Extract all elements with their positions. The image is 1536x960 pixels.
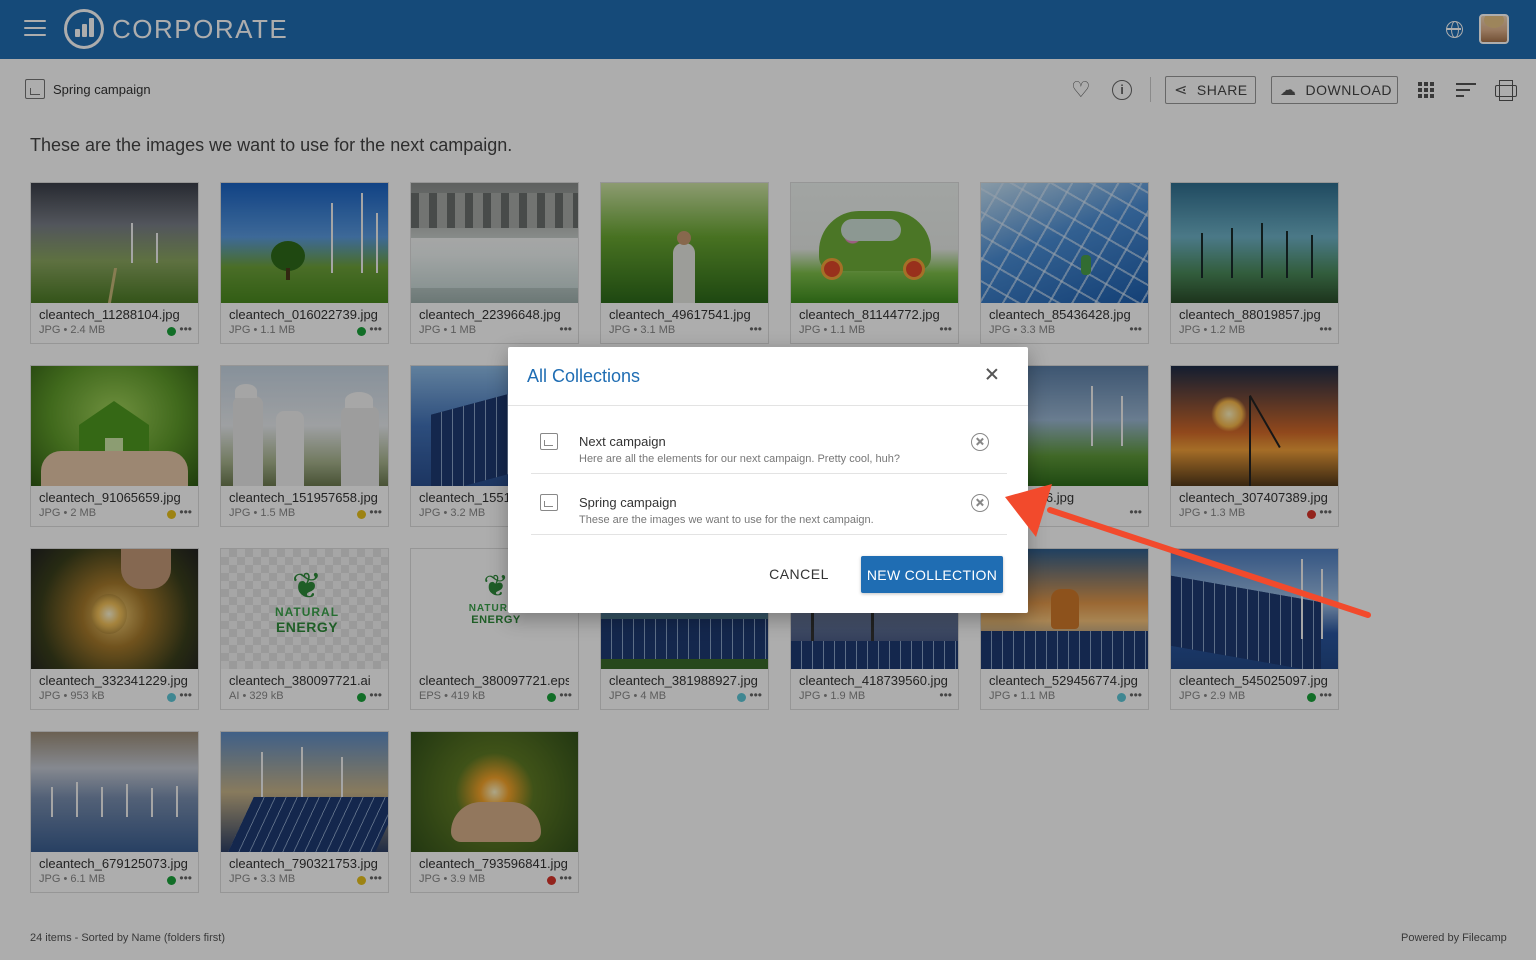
collection-icon bbox=[540, 494, 558, 511]
remove-circle-icon[interactable] bbox=[971, 433, 989, 451]
collection-item-next-campaign[interactable]: Next campaign Here are all the elements … bbox=[531, 413, 1007, 474]
new-collection-button[interactable]: NEW COLLECTION bbox=[861, 556, 1003, 593]
dialog-title: All Collections bbox=[527, 366, 641, 386]
collection-description: These are the images we want to use for … bbox=[579, 514, 874, 526]
collection-name: Spring campaign bbox=[579, 495, 677, 510]
all-collections-dialog: All Collections Next campaign Here are a… bbox=[508, 347, 1028, 613]
collection-item-spring-campaign[interactable]: Spring campaign These are the images we … bbox=[531, 474, 1007, 535]
dialog-divider bbox=[508, 405, 1028, 406]
remove-circle-icon[interactable] bbox=[971, 494, 989, 512]
collection-icon bbox=[540, 433, 558, 450]
cancel-button[interactable]: CANCEL bbox=[756, 556, 842, 592]
collection-name: Next campaign bbox=[579, 434, 666, 449]
close-icon[interactable] bbox=[984, 366, 1000, 382]
collection-description: Here are all the elements for our next c… bbox=[579, 453, 901, 465]
